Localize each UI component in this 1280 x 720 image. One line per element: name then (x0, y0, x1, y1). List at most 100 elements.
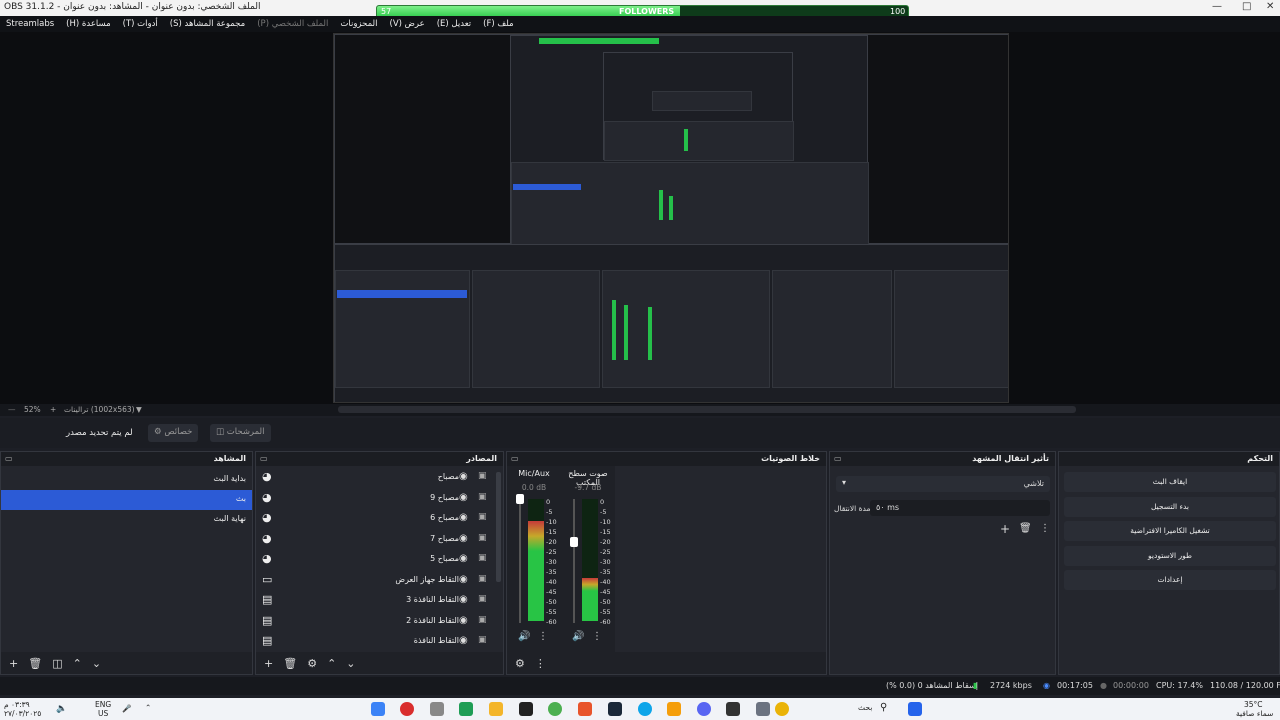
filters-button[interactable]: ◫ المرشحات (210, 424, 271, 442)
control-button[interactable]: تشغيل الكاميرا الافتراضية (1064, 521, 1276, 541)
more-icon[interactable]: ⋮ (1040, 523, 1050, 534)
lock-icon[interactable]: ▣ (478, 635, 487, 645)
menu-item[interactable]: مجموعة المشاهد (S) (170, 19, 245, 29)
steam-app-icon[interactable] (608, 702, 622, 716)
lock-icon[interactable]: ▣ (478, 553, 487, 563)
app-icon-15[interactable] (775, 702, 789, 716)
add-icon[interactable]: + (264, 657, 273, 670)
folder-app-icon[interactable] (489, 702, 503, 716)
properties-button[interactable]: ⚙ خصائص (148, 424, 199, 442)
undock-icon[interactable]: ▭ (260, 454, 268, 463)
maximize-icon[interactable]: □ (1242, 1, 1251, 12)
trash-icon[interactable]: 🗑 (283, 657, 297, 670)
eye-icon[interactable]: ◉ (459, 635, 468, 646)
transition-select[interactable]: تلاشي ▾ (836, 476, 1050, 492)
volume-fader[interactable] (570, 499, 578, 623)
lock-icon[interactable]: ▣ (478, 574, 487, 584)
obs-app-icon[interactable] (400, 702, 414, 716)
menu-item[interactable]: ملف (F) (483, 19, 513, 29)
eye-icon[interactable]: ◉ (459, 574, 468, 585)
duration-input[interactable]: ٥٠ ms (870, 500, 1050, 516)
search-icon[interactable]: ⚲ (880, 702, 887, 713)
windows-start-icon[interactable] (908, 702, 922, 716)
more-icon[interactable]: ⋮ (535, 657, 546, 670)
gear-icon[interactable]: ⚙ (307, 657, 317, 670)
chevron-down-icon[interactable]: ▼ (136, 405, 142, 414)
fader-knob[interactable] (516, 494, 524, 504)
zoom-in-icon[interactable]: + (50, 405, 56, 414)
menu-item[interactable]: الملف الشخصي (P) (257, 19, 328, 29)
lock-icon[interactable]: ▣ (478, 512, 487, 522)
close-icon[interactable]: ✕ (1266, 1, 1274, 12)
scene-item[interactable]: نهاية البث (1, 510, 252, 530)
app-icon-14[interactable] (756, 702, 770, 716)
chevron-up-icon[interactable]: ⌃ (327, 657, 336, 670)
speaker-icon[interactable]: 🔊 (518, 631, 530, 642)
lang-indicator[interactable]: ENG (95, 700, 111, 709)
control-button[interactable]: بدء التسجيل (1064, 496, 1276, 517)
lock-icon[interactable]: ▣ (478, 594, 487, 604)
source-item[interactable]: ◕ مصباح 6 ◉ ▣ (256, 509, 503, 530)
program-preview[interactable] (333, 33, 1009, 403)
speaker-icon[interactable]: 🔈 (56, 704, 67, 714)
undock-icon[interactable]: ▭ (511, 454, 519, 463)
mic-icon[interactable]: 🎤 (122, 704, 131, 713)
search-label[interactable]: بحث (858, 703, 872, 712)
app-icon-6[interactable] (519, 702, 533, 716)
sources-scrollbar[interactable] (496, 472, 501, 582)
source-item[interactable]: ◕ مصباح 5 ◉ ▣ (256, 550, 503, 571)
preview-scrollbar[interactable] (338, 406, 1076, 413)
more-icon[interactable]: ⋮ (592, 631, 602, 642)
eye-icon[interactable]: ◉ (459, 512, 468, 523)
app-icon-11[interactable] (667, 702, 681, 716)
excel-app-icon[interactable] (459, 702, 473, 716)
scene-item[interactable]: بداية البث (1, 470, 252, 490)
menu-item[interactable]: تعديل (E) (437, 19, 471, 29)
source-item[interactable]: ◕ مصباح 9 ◉ ▣ (256, 489, 503, 510)
app-icon-13[interactable] (726, 702, 740, 716)
scene-item[interactable]: بث (1, 490, 252, 510)
eye-icon[interactable]: ◉ (459, 594, 468, 605)
menu-item[interactable]: مساعدة (H) (66, 19, 110, 29)
settings-app-icon[interactable] (430, 702, 444, 716)
chevron-down-icon[interactable]: ⌄ (346, 657, 355, 670)
chevron-up-icon[interactable]: ⌃ (73, 657, 82, 670)
trash-icon[interactable]: 🗑 (1019, 523, 1032, 534)
volume-fader[interactable] (516, 494, 524, 623)
discord-app-icon[interactable] (697, 702, 711, 716)
control-button[interactable]: ايقاف البث (1064, 472, 1276, 492)
menu-item[interactable]: المحزونات (340, 19, 377, 29)
clock-time[interactable]: ٠٣:٣٩ م (4, 700, 30, 709)
app-icon-1[interactable] (371, 702, 385, 716)
lock-icon[interactable]: ▣ (478, 471, 487, 481)
source-item[interactable]: ◕ مصباح ◉ ▣ (256, 468, 503, 489)
gear-icon[interactable]: ⚙ (515, 657, 525, 670)
menu-item[interactable]: عرض (V) (389, 19, 424, 29)
trash-icon[interactable]: 🗑 (28, 657, 42, 670)
add-icon[interactable]: + (9, 657, 18, 670)
eye-icon[interactable]: ◉ (459, 533, 468, 544)
eye-icon[interactable]: ◉ (459, 471, 468, 482)
chrome-app-icon[interactable] (548, 702, 562, 716)
menu-item[interactable]: Streamlabs (6, 19, 54, 29)
speaker-icon[interactable]: 🔊 (572, 631, 584, 642)
lock-icon[interactable]: ▣ (478, 615, 487, 625)
source-item[interactable]: ▭ التقاط جهاز العرض ◉ ▣ (256, 571, 503, 592)
source-item[interactable]: ▤ التقاط النافذة 3 ◉ ▣ (256, 591, 503, 612)
minimize-icon[interactable]: — (1212, 1, 1222, 12)
clock-date[interactable]: ٢٧/٠٣/٢٠٢٥ (4, 709, 41, 718)
fader-knob[interactable] (570, 537, 578, 548)
eye-icon[interactable]: ◉ (459, 553, 468, 564)
eye-icon[interactable]: ◉ (459, 615, 468, 626)
source-item[interactable]: ▤ التقاط النافذة 2 ◉ ▣ (256, 612, 503, 633)
undock-icon[interactable]: ▭ (5, 454, 13, 463)
lock-icon[interactable]: ▣ (478, 533, 487, 543)
weather-temp[interactable]: 35°C (1244, 700, 1263, 709)
app-icon-8[interactable] (578, 702, 592, 716)
chevron-up-icon[interactable]: ⌃ (145, 703, 151, 712)
undock-icon[interactable]: ▭ (834, 454, 842, 463)
zoom-percent[interactable]: 52% (24, 405, 41, 414)
eye-icon[interactable]: ◉ (459, 492, 468, 503)
menu-item[interactable]: أدوات (T) (123, 19, 158, 29)
source-item[interactable]: ▤ التقاط النافذة ◉ ▣ (256, 632, 503, 653)
